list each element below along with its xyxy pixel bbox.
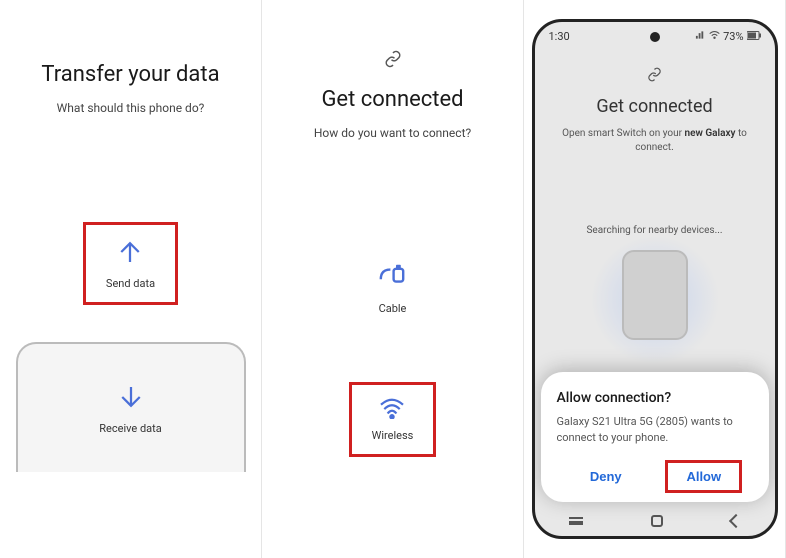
receive-data-option[interactable]: Receive data <box>16 342 246 472</box>
page-subtitle: How do you want to connect? <box>314 126 471 140</box>
page-title: Get connected <box>596 96 712 117</box>
cable-label: Cable <box>379 302 407 315</box>
dialog-actions: Deny Allow <box>557 463 753 490</box>
device-placeholder-icon <box>622 250 688 340</box>
page-subtitle: What should this phone do? <box>57 101 205 115</box>
send-data-option[interactable]: Send data <box>86 225 175 302</box>
wireless-label: Wireless <box>372 429 414 442</box>
screen-allow-connection: 1:30 73% <box>524 0 786 558</box>
battery-icon <box>747 30 761 43</box>
back-button[interactable] <box>728 514 742 528</box>
wifi-icon <box>378 397 406 419</box>
dialog-body: Galaxy S21 Ultra 5G (2805) wants to conn… <box>557 414 753 445</box>
recents-button[interactable] <box>569 517 583 525</box>
options-group: Send data Receive data <box>16 225 246 472</box>
status-time: 1:30 <box>549 30 570 43</box>
wireless-option[interactable]: Wireless <box>352 385 434 454</box>
send-data-label: Send data <box>106 277 155 290</box>
screen-transfer-data: Transfer your data What should this phon… <box>0 0 262 558</box>
permission-dialog: Allow connection? Galaxy S21 Ultra 5G (2… <box>541 372 769 502</box>
battery-text: 73% <box>723 30 743 43</box>
signal-icon <box>695 30 706 43</box>
page-title: Get connected <box>321 87 463 112</box>
camera-notch <box>650 32 660 42</box>
link-icon <box>647 67 662 86</box>
dialog-title: Allow connection? <box>557 390 753 406</box>
instruction-bold: new Galaxy <box>685 128 736 139</box>
page-title: Transfer your data <box>41 62 219 87</box>
cable-icon <box>376 260 408 292</box>
arrow-up-icon <box>115 237 145 267</box>
screen-get-connected-options: Get connected How do you want to connect… <box>262 0 524 558</box>
searching-animation <box>585 250 725 350</box>
deny-button[interactable]: Deny <box>570 463 642 490</box>
receive-data-label: Receive data <box>99 422 161 435</box>
wifi-status-icon <box>709 30 720 43</box>
instruction-pre: Open smart Switch on your <box>562 128 684 139</box>
link-icon <box>384 50 402 73</box>
connection-options: Cable Wireless <box>352 260 434 454</box>
cable-option[interactable]: Cable <box>376 260 408 315</box>
phone-frame: 1:30 73% <box>532 19 778 539</box>
arrow-down-icon <box>116 382 146 412</box>
instruction-text: Open smart Switch on your new Galaxy to … <box>553 127 757 155</box>
home-button[interactable] <box>651 515 663 527</box>
navigation-bar <box>535 506 775 536</box>
allow-button[interactable]: Allow <box>668 463 739 490</box>
